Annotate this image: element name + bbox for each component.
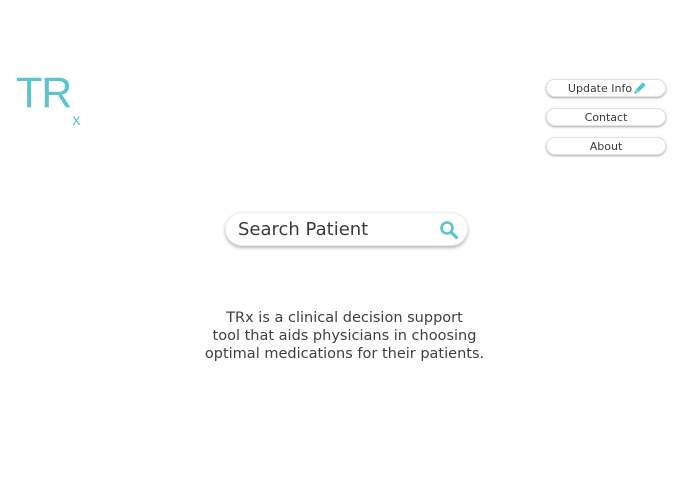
search-icon[interactable] bbox=[439, 220, 459, 240]
search-input[interactable] bbox=[238, 217, 428, 241]
pencil-icon bbox=[634, 82, 646, 94]
about-label: About bbox=[589, 139, 623, 153]
search-box bbox=[225, 212, 468, 246]
logo-main-text: TR bbox=[16, 69, 72, 117]
description-line-1: TRx is a clinical decision support bbox=[226, 310, 463, 326]
update-info-label: Update Info bbox=[567, 81, 633, 95]
update-info-button[interactable]: Update Info bbox=[546, 79, 666, 97]
description-line-3: optimal medications for their patients. bbox=[204, 346, 485, 362]
logo-subscript: x bbox=[72, 112, 81, 129]
contact-label: Contact bbox=[584, 110, 628, 124]
about-button[interactable]: About bbox=[546, 137, 666, 155]
logo: TRx bbox=[16, 69, 80, 129]
description-line-2: tool that aids physicians in choosing bbox=[212, 328, 477, 344]
contact-button[interactable]: Contact bbox=[546, 108, 666, 126]
description: TRx is a clinical decision support tool … bbox=[197, 309, 492, 363]
